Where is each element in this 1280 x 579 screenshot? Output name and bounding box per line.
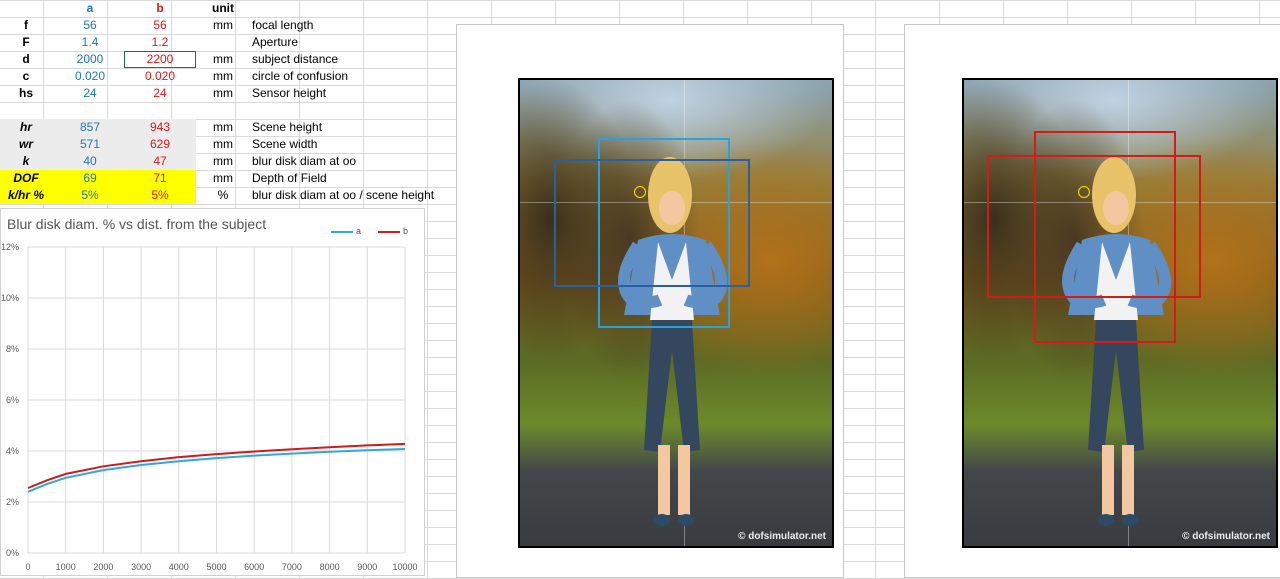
cell-b[interactable]: 24	[124, 85, 196, 102]
cell-b[interactable]: 1.2	[124, 34, 196, 51]
x-tick-label: 3000	[131, 562, 151, 572]
row-label: Scene height	[252, 120, 323, 134]
x-tick-label: 6000	[244, 562, 264, 572]
row-key: f	[24, 18, 28, 32]
row-label: subject distance	[252, 52, 339, 66]
watermark-b: © dofsimulator.net	[1182, 531, 1270, 542]
focus-circle-b	[1078, 186, 1090, 198]
watermark-a: © dofsimulator.net	[738, 531, 826, 542]
cell-unit: mm	[213, 52, 233, 66]
result-a[interactable]: 857	[58, 119, 122, 136]
x-tick-label: 10000	[392, 562, 417, 572]
frame-rect-landscape-a	[554, 159, 750, 287]
col-b-header: b	[156, 1, 164, 15]
cell-a[interactable]: 2000	[58, 51, 122, 68]
y-tick-label: 10%	[1, 293, 19, 303]
cell-unit: mm	[213, 154, 233, 168]
row-label: circle of confusion	[252, 69, 349, 83]
result-key: DOF	[13, 171, 39, 185]
result-a[interactable]: 40	[58, 153, 122, 170]
result-b[interactable]: 943	[124, 119, 196, 136]
result-key: k/hr %	[7, 188, 44, 202]
x-tick-label: 0	[25, 562, 30, 572]
x-tick-label: 8000	[320, 562, 340, 572]
row-label: Depth of Field	[252, 171, 327, 185]
photo-b[interactable]: © dofsimulator.net	[962, 78, 1278, 548]
cell-unit: mm	[213, 86, 233, 100]
row-key: d	[22, 52, 30, 66]
cell-a[interactable]: 1.4	[58, 34, 122, 51]
cell-b[interactable]: 56	[124, 17, 196, 34]
row-key: F	[22, 35, 30, 49]
row-key: hs	[18, 86, 33, 100]
row-label: blur disk diam at oo	[252, 154, 357, 168]
focus-circle-a	[634, 186, 646, 198]
y-tick-label: 2%	[6, 497, 19, 507]
blur-disk-chart[interactable]: Blur disk diam. % vs dist. from the subj…	[0, 208, 425, 576]
row-label: Aperture	[252, 35, 299, 49]
frame-rect-landscape-b	[987, 155, 1201, 298]
x-tick-label: 1000	[56, 562, 76, 572]
row-label: Scene width	[252, 137, 318, 151]
y-tick-label: 12%	[1, 242, 19, 252]
cell-unit: mm	[213, 120, 233, 134]
cell-b[interactable]: 0.020	[124, 68, 196, 85]
y-tick-label: 0%	[6, 548, 19, 558]
row-key: c	[22, 69, 30, 83]
cell-a[interactable]: 56	[58, 17, 122, 34]
result-key: wr	[18, 137, 33, 151]
x-tick-label: 4000	[169, 562, 189, 572]
result-key: hr	[20, 120, 32, 134]
cell-a[interactable]: 0.020	[58, 68, 122, 85]
cell-a[interactable]: 24	[58, 85, 122, 102]
col-a-header: a	[86, 1, 94, 15]
row-label: blur disk diam at oo / scene height	[252, 188, 435, 202]
cell-unit: mm	[213, 18, 233, 32]
photo-a[interactable]: © dofsimulator.net	[518, 78, 834, 548]
chart-plot-area: 0% 2% 4% 6% 8% 10% 12% 0 1000 2000 3000 4000 5000 600…	[1, 242, 418, 572]
result-b[interactable]: 629	[124, 136, 196, 153]
selected-cell-b[interactable]: 2200	[124, 51, 196, 68]
result-a[interactable]: 69	[58, 170, 122, 187]
cell-unit: mm	[213, 171, 233, 185]
x-tick-label: 5000	[206, 562, 226, 572]
result-a[interactable]: 5%	[58, 187, 122, 204]
y-tick-label: 4%	[6, 446, 19, 456]
result-key: k	[22, 154, 30, 168]
row-label: Sensor height	[252, 86, 327, 100]
x-tick-label: 7000	[282, 562, 302, 572]
cell-unit: mm	[213, 69, 233, 83]
y-tick-label: 6%	[6, 395, 19, 405]
result-b[interactable]: 71	[124, 170, 196, 187]
cell-unit: mm	[213, 137, 233, 151]
result-b[interactable]: 5%	[124, 187, 196, 204]
cell-unit: %	[217, 188, 229, 202]
result-a[interactable]: 571	[58, 136, 122, 153]
col-unit-header: unit	[212, 1, 234, 15]
result-b[interactable]: 47	[124, 153, 196, 170]
x-tick-label: 9000	[357, 562, 377, 572]
x-tick-label: 2000	[93, 562, 113, 572]
y-tick-label: 8%	[6, 344, 19, 354]
row-label: focal length	[252, 18, 314, 32]
